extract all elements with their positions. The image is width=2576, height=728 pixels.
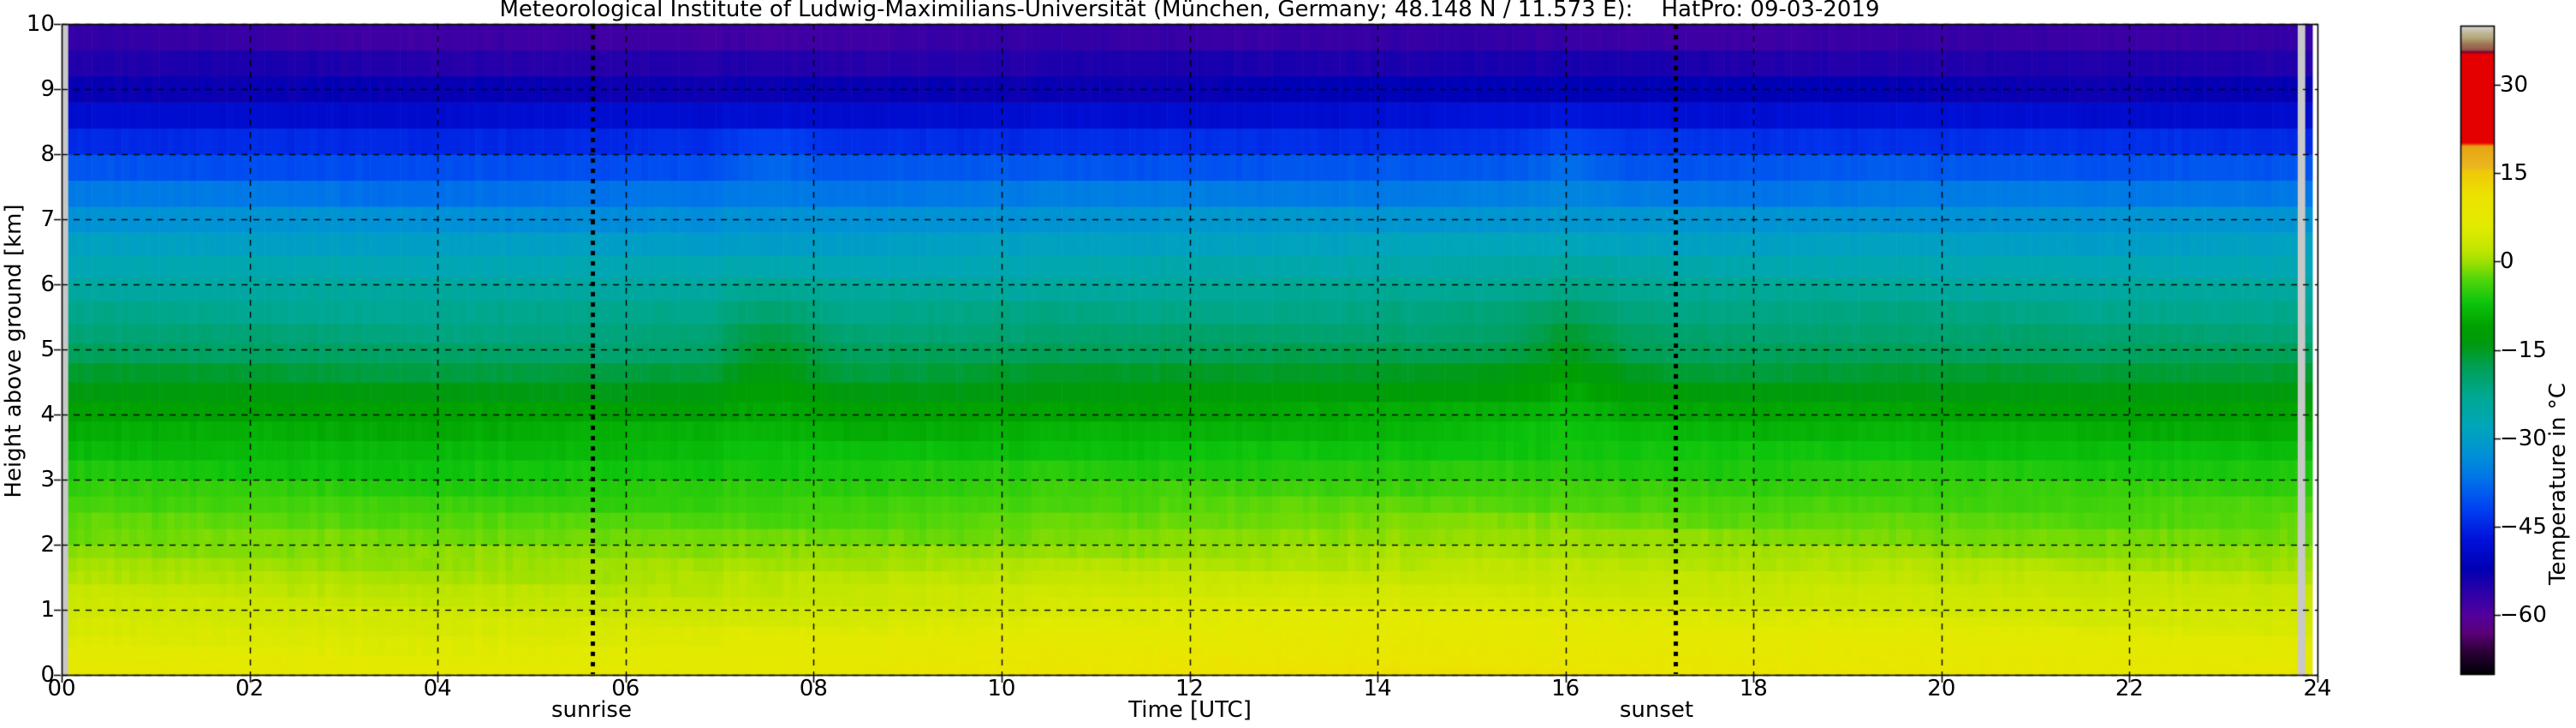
x-tick-label: 20: [1927, 676, 1956, 701]
y-tick-label: 8: [40, 141, 55, 167]
colorbar-tick-label: 15: [2500, 160, 2529, 187]
y-tick-label: 4: [40, 402, 55, 427]
x-tick-label: 22: [2115, 676, 2144, 701]
y-tick-label: 1: [40, 597, 55, 623]
x-tick-label: 08: [799, 676, 828, 701]
sunset-annotation: sunset: [1619, 697, 1694, 723]
x-tick-label: 24: [2303, 676, 2332, 701]
y-tick-label: 9: [40, 76, 55, 102]
x-axis-label: Time [UTC]: [1128, 697, 1252, 723]
x-tick-label: 10: [987, 676, 1016, 701]
colorbar-tick-label: −60: [2500, 602, 2547, 629]
y-tick-label: 5: [40, 337, 55, 362]
temperature-profile-figure: Meteorological Institute of Ludwig-Maxim…: [0, 0, 2576, 728]
y-tick-label: 0: [40, 662, 55, 688]
y-tick-label: 3: [40, 467, 55, 492]
y-tick-label: 10: [26, 11, 55, 37]
colorbar-tick-label: −15: [2500, 337, 2547, 363]
colorbar-tick-label: −30: [2500, 425, 2547, 451]
x-tick-label: 18: [1739, 676, 1768, 701]
colorbar-tick-label: 30: [2500, 71, 2529, 98]
x-tick-label: 02: [235, 676, 265, 701]
y-tick-label: 2: [40, 532, 55, 558]
colorbar-tick-label: 0: [2500, 248, 2514, 275]
x-tick-label: 14: [1363, 676, 1392, 701]
heatmap-and-colorbar-canvas: [0, 0, 2576, 728]
colorbar-tick-label: −45: [2500, 513, 2547, 540]
x-tick-label: 04: [423, 676, 452, 701]
chart-title: Meteorological Institute of Ludwig-Maxim…: [499, 0, 1880, 22]
sunrise-annotation: sunrise: [551, 697, 632, 723]
colorbar-label: Temperature in °C: [2545, 382, 2571, 586]
x-tick-label: 16: [1551, 676, 1580, 701]
x-tick-label: 06: [611, 676, 640, 701]
y-tick-label: 6: [40, 272, 55, 297]
x-tick-label: 12: [1175, 676, 1205, 701]
y-tick-label: 7: [40, 206, 55, 232]
